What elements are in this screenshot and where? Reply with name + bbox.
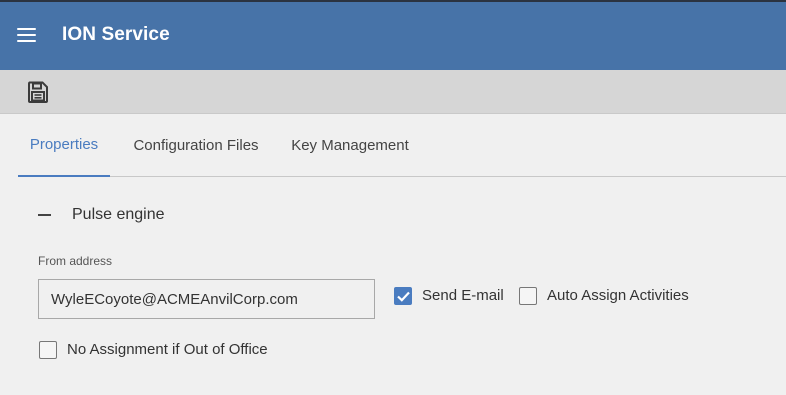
send-email-checkbox[interactable] <box>394 287 412 305</box>
from-address-input[interactable] <box>38 279 375 319</box>
toolbar <box>0 70 786 114</box>
tab-configuration-files[interactable]: Configuration Files <box>128 114 264 176</box>
send-email-label: Send E-mail <box>422 287 504 304</box>
auto-assign-checkbox[interactable] <box>519 287 537 305</box>
app-title: ION Service <box>62 24 170 45</box>
no-assignment-label: No Assignment if Out of Office <box>67 341 268 358</box>
save-icon[interactable] <box>26 80 50 104</box>
tab-bar: Properties Configuration Files Key Manag… <box>18 114 786 177</box>
minus-icon[interactable] <box>38 205 54 225</box>
section-title: Pulse engine <box>72 206 165 223</box>
no-assignment-checkbox[interactable] <box>39 341 57 359</box>
app-header: ION Service <box>0 2 786 70</box>
tab-key-management[interactable]: Key Management <box>290 114 410 176</box>
auto-assign-label: Auto Assign Activities <box>547 287 689 304</box>
checkmark-icon <box>397 291 410 302</box>
hamburger-menu-icon[interactable] <box>17 28 36 44</box>
from-address-label: From address <box>38 254 113 268</box>
tab-properties[interactable]: Properties <box>18 114 110 177</box>
